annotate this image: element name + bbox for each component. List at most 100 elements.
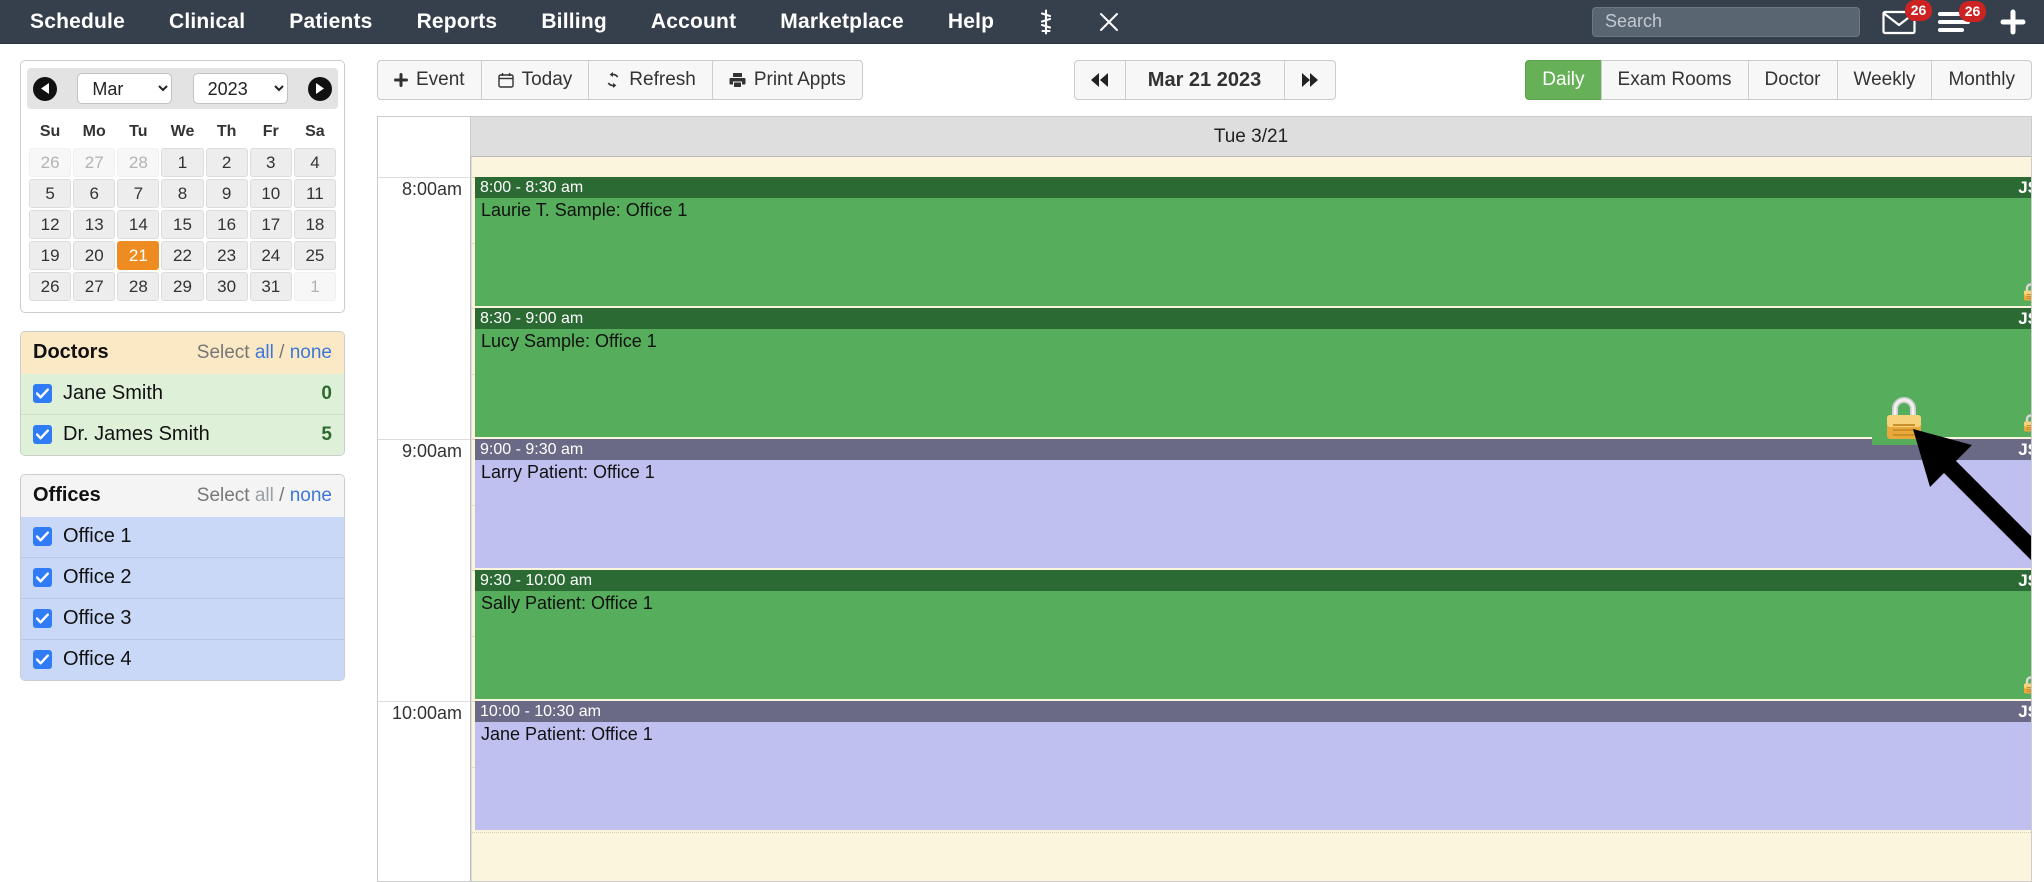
datepicker-day[interactable]: 9	[205, 179, 248, 208]
datepicker-day[interactable]: 20	[73, 241, 116, 270]
checkbox-icon[interactable]	[33, 568, 52, 587]
refresh-button[interactable]: Refresh	[588, 60, 713, 100]
datepicker-day[interactable]: 1	[293, 272, 336, 301]
datepicker-day[interactable]: 12	[29, 210, 72, 239]
datepicker-day[interactable]: 27	[73, 148, 116, 177]
nav-link-schedule[interactable]: Schedule	[30, 10, 125, 34]
nav-link-help[interactable]: Help	[948, 10, 994, 34]
datepicker-day[interactable]: 1	[161, 148, 204, 177]
doctor-checkbox[interactable]	[33, 425, 52, 444]
messages-button[interactable]: 26	[1882, 0, 1932, 35]
office-checkbox[interactable]	[33, 609, 52, 628]
mini-datepicker: JanFebMarAprMayJunJulAugSepOctNovDec 202…	[20, 60, 345, 313]
datepicker-day[interactable]: 19	[29, 241, 72, 270]
view-mode-doctor-button[interactable]: Doctor	[1747, 60, 1838, 100]
caduceus-icon[interactable]	[1038, 8, 1054, 35]
datepicker-day[interactable]: 6	[73, 179, 116, 208]
datepicker-year-select[interactable]: 20212022202320242025	[192, 73, 288, 104]
calendar-icon	[497, 72, 514, 88]
office-list-item[interactable]: Office 4	[21, 639, 344, 680]
view-mode-exam-rooms-button[interactable]: Exam Rooms	[1600, 60, 1749, 100]
datepicker-day[interactable]: 18	[293, 210, 336, 239]
today-button[interactable]: Today	[480, 60, 590, 100]
nav-link-patients[interactable]: Patients	[289, 10, 372, 34]
appointment-body: Sally Patient: Office 1	[475, 591, 2031, 699]
view-mode-monthly-button[interactable]: Monthly	[1931, 60, 2032, 100]
appointment-block[interactable]: 9:30 - 10:00 am JS Sally Patient: Office 1	[475, 570, 2031, 699]
search-input[interactable]	[1592, 6, 1860, 37]
datepicker-day[interactable]: 30	[205, 272, 248, 301]
checkbox-icon[interactable]	[33, 609, 52, 628]
datepicker-day[interactable]: 26	[29, 272, 72, 301]
view-mode-weekly-button[interactable]: Weekly	[1836, 60, 1933, 100]
doctor-list-item[interactable]: Jane Smith 0	[21, 374, 344, 414]
view-mode-group: Daily Exam Rooms Doctor Weekly Monthly	[1525, 60, 2032, 100]
nav-link-marketplace[interactable]: Marketplace	[780, 10, 904, 34]
datepicker-day[interactable]: 17	[249, 210, 292, 239]
datepicker-weekday: Sa	[305, 123, 325, 140]
datepicker-day[interactable]: 3	[249, 148, 292, 177]
doctor-list-item[interactable]: Dr. James Smith 5	[21, 414, 344, 455]
day-header-row: Tue 3/21	[378, 117, 2031, 157]
print-appts-button[interactable]: Print Appts	[711, 60, 863, 100]
office-checkbox[interactable]	[33, 527, 52, 546]
offices-select-all-link[interactable]: all	[255, 485, 274, 506]
checkbox-icon[interactable]	[33, 384, 52, 403]
datepicker-day[interactable]: 26	[29, 148, 72, 177]
office-list-item[interactable]: Office 2	[21, 557, 344, 598]
datepicker-day[interactable]: 13	[73, 210, 116, 239]
datepicker-day[interactable]: 16	[205, 210, 248, 239]
office-checkbox[interactable]	[33, 650, 52, 669]
datepicker-prev-month-button[interactable]	[33, 76, 57, 101]
checkbox-icon[interactable]	[33, 425, 52, 444]
doctors-select-none-link[interactable]: none	[290, 342, 332, 363]
datepicker-day[interactable]: 22	[161, 241, 204, 270]
appointment-block[interactable]: 9:00 - 9:30 am JS Larry Patient: Office 1	[475, 439, 2031, 568]
nav-link-account[interactable]: Account	[651, 10, 736, 34]
menu-button[interactable]: 26	[1938, 0, 1986, 34]
datepicker-month-select[interactable]: JanFebMarAprMayJunJulAugSepOctNovDec	[77, 73, 173, 104]
add-event-button[interactable]: Event	[377, 60, 482, 100]
appointment-block[interactable]: 10:00 - 10:30 am JS Jane Patient: Office 1	[475, 701, 2031, 830]
previous-day-button[interactable]	[1073, 60, 1126, 100]
datepicker-day[interactable]: 28	[117, 148, 160, 177]
datepicker-day[interactable]: 31	[249, 272, 292, 301]
appointment-block[interactable]: 8:00 - 8:30 am JS Laurie T. Sample: Office…	[475, 177, 2031, 306]
datepicker-day[interactable]: 14	[117, 210, 160, 239]
view-mode-daily-button[interactable]: Daily	[1525, 60, 1602, 100]
add-plus-icon[interactable]	[2000, 9, 2026, 35]
nav-link-reports[interactable]: Reports	[417, 10, 498, 34]
office-list-item[interactable]: Office 3	[21, 598, 344, 639]
datepicker-day[interactable]: 28	[117, 272, 160, 301]
datepicker-day[interactable]: 15	[161, 210, 204, 239]
scissors-x-icon[interactable]	[1098, 11, 1120, 33]
doctor-checkbox[interactable]	[33, 384, 52, 403]
checkbox-icon[interactable]	[33, 527, 52, 546]
checkbox-icon[interactable]	[33, 650, 52, 669]
office-list-item[interactable]: Office 1	[21, 517, 344, 557]
datepicker-day[interactable]: 8	[161, 179, 204, 208]
datepicker-day[interactable]: 4	[293, 148, 336, 177]
office-checkbox[interactable]	[33, 568, 52, 587]
datepicker-day[interactable]: 23	[205, 241, 248, 270]
offices-select-actions: Select all / none	[197, 485, 332, 507]
datepicker-day[interactable]: 11	[293, 179, 336, 208]
current-date-display[interactable]: Mar 21 2023	[1124, 60, 1285, 100]
datepicker-day[interactable]: 10	[249, 179, 292, 208]
day-column[interactable]: 8:00 - 8:30 am JS Laurie T. Sample: Office…	[471, 157, 2031, 881]
datepicker-day-selected[interactable]: 21	[117, 241, 160, 270]
datepicker-day[interactable]: 2	[205, 148, 248, 177]
next-day-button[interactable]	[1283, 60, 1336, 100]
nav-link-billing[interactable]: Billing	[541, 10, 607, 34]
datepicker-day[interactable]: 5	[29, 179, 72, 208]
datepicker-day[interactable]: 29	[161, 272, 204, 301]
datepicker-day[interactable]: 7	[117, 179, 160, 208]
nav-link-clinical[interactable]: Clinical	[169, 10, 245, 34]
datepicker-day[interactable]: 24	[249, 241, 292, 270]
datepicker-day[interactable]: 27	[73, 272, 116, 301]
appointment-block[interactable]: 8:30 - 9:00 am JS Lucy Sample: Office 1	[475, 308, 2031, 437]
datepicker-day[interactable]: 25	[293, 241, 336, 270]
offices-select-none-link[interactable]: none	[290, 485, 332, 506]
datepicker-next-month-button[interactable]	[307, 76, 332, 101]
doctors-select-all-link[interactable]: all	[255, 342, 274, 363]
